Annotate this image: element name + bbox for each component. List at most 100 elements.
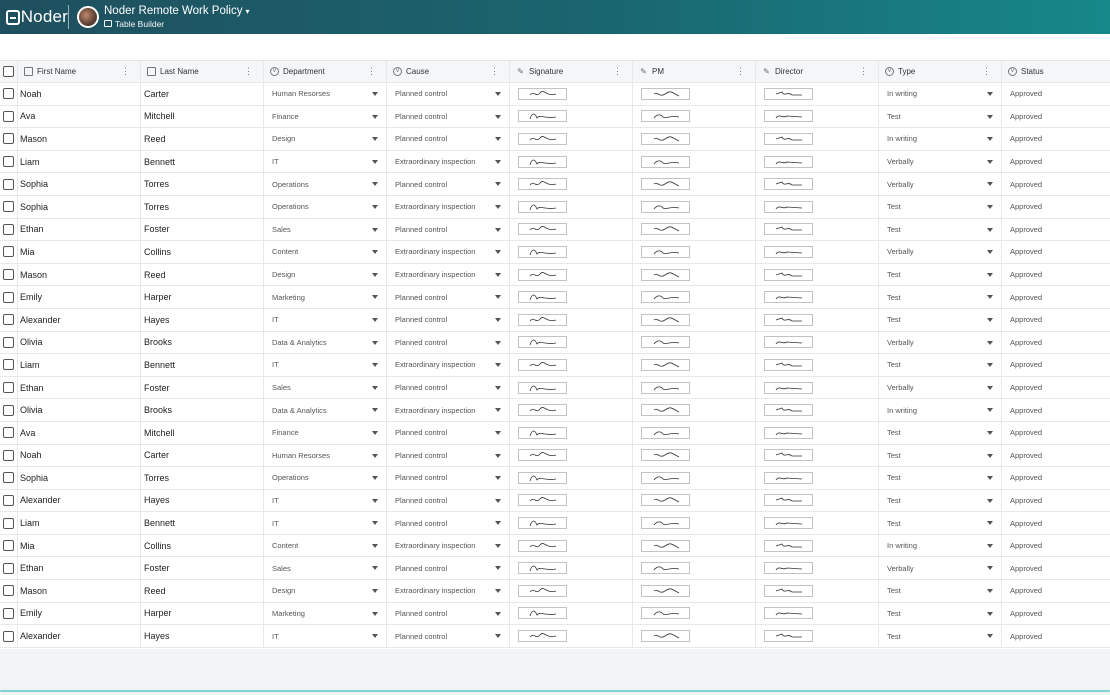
last-name-cell[interactable]: Carter [141,83,264,105]
row-checkbox[interactable] [3,540,14,552]
signature-cell[interactable] [510,580,633,602]
status-cell[interactable]: Approved [1002,83,1110,105]
dropdown-arrow-icon[interactable] [495,476,501,481]
status-cell[interactable]: Approved [1002,151,1110,173]
type-cell[interactable]: Verbally [879,557,1002,580]
dropdown-arrow-icon[interactable] [987,114,993,119]
department-cell[interactable]: Operations [264,467,387,489]
row-checkbox[interactable] [3,156,14,168]
column-menu-icon[interactable]: ⋮ [613,67,622,76]
department-cell[interactable]: Data & Analytics [264,399,387,421]
dropdown-arrow-icon[interactable] [495,521,501,526]
director-cell[interactable] [756,150,879,173]
signature-cell[interactable] [510,263,633,286]
dropdown-arrow-icon[interactable] [495,250,501,255]
cause-cell[interactable]: Planned control [387,218,510,241]
dropdown-arrow-icon[interactable] [987,430,993,435]
signature-cell[interactable] [510,128,633,150]
dropdown-arrow-icon[interactable] [372,430,378,435]
last-name-cell[interactable]: Reed [141,128,264,150]
department-cell[interactable]: Operations [264,173,387,195]
signature-image[interactable] [518,336,567,349]
dropdown-arrow-icon[interactable] [987,589,993,594]
pm-cell[interactable] [633,399,756,421]
signature-image[interactable] [641,245,690,258]
table-row[interactable]: Sophia Torres Operations Planned control Ver… [0,173,1110,196]
type-cell[interactable]: Test [879,512,1002,534]
status-cell[interactable]: Approved [1002,512,1110,534]
document-info[interactable]: Noder Remote Work Policy ▾ Table Builder [104,5,250,28]
type-cell[interactable]: In writing [879,399,1002,421]
signature-cell[interactable] [510,444,633,467]
row-checkbox[interactable] [3,562,14,574]
dropdown-arrow-icon[interactable] [372,250,378,255]
dropdown-arrow-icon[interactable] [372,611,378,616]
signature-image[interactable] [641,607,690,620]
pm-cell[interactable] [633,105,756,128]
cause-cell[interactable]: Planned control [387,489,510,512]
column-header-signature[interactable]: ✎ Signature ⋮ [510,61,633,82]
signature-image[interactable] [518,404,567,417]
first-name-cell[interactable]: Alexander [18,625,141,647]
signature-image[interactable] [641,155,690,168]
signature-image[interactable] [518,426,567,439]
department-cell[interactable]: IT [264,354,387,376]
dropdown-arrow-icon[interactable] [987,385,993,390]
director-cell[interactable] [756,263,879,286]
last-name-cell[interactable]: Foster [141,557,264,580]
director-cell[interactable] [756,286,879,308]
type-cell[interactable]: Test [879,467,1002,489]
dropdown-arrow-icon[interactable] [987,204,993,209]
type-cell[interactable]: Verbally [879,241,1002,263]
dropdown-arrow-icon[interactable] [372,114,378,119]
type-cell[interactable]: Test [879,580,1002,602]
signature-image[interactable] [518,539,567,552]
pm-cell[interactable] [633,128,756,150]
signature-cell[interactable] [510,308,633,331]
dropdown-arrow-icon[interactable] [372,589,378,594]
cause-cell[interactable]: Extraordinary inspection [387,354,510,376]
cause-cell[interactable]: Planned control [387,512,510,534]
last-name-cell[interactable]: Harper [141,602,264,625]
pm-cell[interactable] [633,444,756,467]
pm-cell[interactable] [633,534,756,557]
status-cell[interactable]: Approved [1002,241,1110,263]
department-cell[interactable]: IT [264,150,387,173]
status-cell[interactable]: Approved [1002,535,1110,557]
dropdown-arrow-icon[interactable] [495,92,501,96]
type-cell[interactable]: Test [879,625,1002,647]
signature-image[interactable] [641,313,690,326]
director-cell[interactable] [756,376,879,399]
cause-cell[interactable]: Extraordinary inspection [387,534,510,557]
type-cell[interactable]: In writing [879,83,1002,105]
dropdown-arrow-icon[interactable] [987,543,993,548]
signature-image[interactable] [641,630,690,643]
first-name-cell[interactable]: Olivia [18,399,141,421]
column-menu-icon[interactable]: ⋮ [490,67,499,76]
type-cell[interactable]: Verbally [879,150,1002,173]
status-cell[interactable]: Approved [1002,332,1110,354]
signature-cell[interactable] [510,489,633,512]
dropdown-arrow-icon[interactable] [987,453,993,458]
signature-image[interactable] [518,449,567,462]
status-cell[interactable]: Approved [1002,377,1110,399]
last-name-cell[interactable]: Reed [141,263,264,286]
department-cell[interactable]: IT [264,512,387,534]
director-cell[interactable] [756,105,879,128]
director-cell[interactable] [756,218,879,241]
status-cell[interactable]: Approved [1002,557,1110,579]
dropdown-arrow-icon[interactable] [495,295,501,300]
director-cell[interactable] [756,489,879,512]
signature-cell[interactable] [510,602,633,625]
row-checkbox[interactable] [3,291,14,303]
row-checkbox[interactable] [3,585,14,597]
first-name-cell[interactable]: Ava [18,105,141,128]
signature-image[interactable] [641,178,690,191]
last-name-cell[interactable]: Collins [141,534,264,557]
director-cell[interactable] [756,467,879,489]
director-cell[interactable] [756,241,879,263]
column-header-cause[interactable]: v Cause ⋮ [387,61,510,82]
column-header-type[interactable]: v Type ⋮ [879,61,1002,82]
table-row[interactable]: Liam Bennett IT Extraordinary inspection Ver… [0,150,1110,174]
dropdown-arrow-icon[interactable] [372,317,378,322]
